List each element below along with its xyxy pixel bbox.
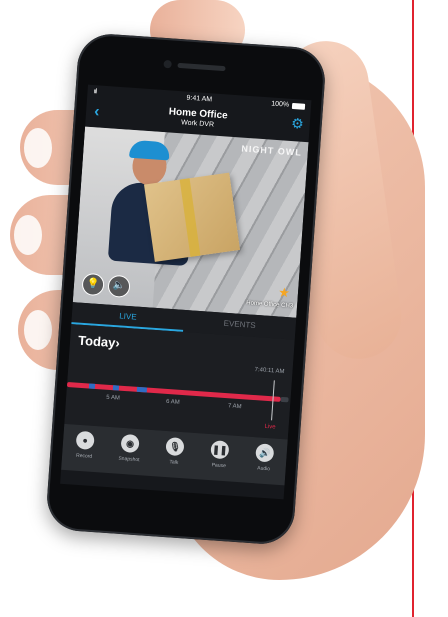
live-video-feed[interactable]: NIGHT OWL ★ Home Office CH3 💡 🔈 — [72, 126, 309, 318]
battery-percent: 100% — [270, 100, 290, 109]
app-screen: ııl 9:41 AM 100% ‹ Home Office Work DVR … — [60, 84, 312, 500]
current-timestamp: 7:40:11 AM — [254, 366, 285, 376]
box-tape — [179, 178, 201, 257]
microphone-icon: 🎙 — [165, 437, 185, 457]
event-segment[interactable] — [112, 385, 120, 391]
talk-button[interactable]: 🎙 Talk — [152, 436, 198, 467]
audio-button[interactable]: 🔊 Audio — [241, 442, 287, 473]
fingernail — [24, 128, 52, 168]
record-label: Record — [75, 452, 93, 460]
chevron-right-icon: › — [114, 335, 121, 351]
phone-device: ııl 9:41 AM 100% ‹ Home Office Work DVR … — [44, 31, 328, 547]
brand-watermark: NIGHT OWL — [241, 143, 303, 158]
fingernail — [24, 310, 52, 350]
date-label: Today — [77, 332, 116, 351]
record-button[interactable]: ● Record — [62, 430, 108, 461]
front-camera — [163, 59, 172, 69]
date-selector[interactable]: Today› — [78, 333, 121, 351]
battery-icon — [291, 102, 306, 110]
earpiece-speaker — [177, 62, 226, 72]
snapshot-label: Snapshot — [118, 455, 140, 464]
hour-label: 6 AM — [165, 398, 180, 406]
hour-label: 7 AM — [227, 403, 242, 411]
timeline-panel: Today› 7:40:11 AM 5 AM 6 AM 7 AM Live — [64, 324, 295, 440]
pause-label: Pause — [211, 462, 227, 470]
camera-icon: ◉ — [120, 433, 140, 454]
record-icon: ● — [75, 430, 95, 450]
hour-label: 5 AM — [106, 394, 121, 402]
pause-button[interactable]: ❚❚ Pause — [197, 439, 243, 470]
speaker-icon: 🔊 — [255, 443, 275, 463]
event-segment[interactable] — [136, 386, 148, 393]
camera-channel-label: Home Office CH3 — [246, 300, 294, 310]
event-segment[interactable] — [88, 383, 96, 389]
video-package-box — [144, 172, 241, 262]
gear-icon[interactable]: ⚙ — [291, 115, 305, 133]
timeline-future-track — [280, 396, 289, 403]
fingernail — [14, 215, 42, 255]
pause-icon: ❚❚ — [210, 440, 230, 460]
audio-label: Audio — [257, 465, 271, 473]
tab-events[interactable]: EVENTS — [183, 316, 295, 333]
talk-label: Talk — [169, 459, 179, 466]
snapshot-button[interactable]: ◉ Snapshot — [107, 433, 153, 464]
live-indicator: Live — [264, 423, 276, 431]
star-icon[interactable]: ★ — [278, 284, 291, 301]
